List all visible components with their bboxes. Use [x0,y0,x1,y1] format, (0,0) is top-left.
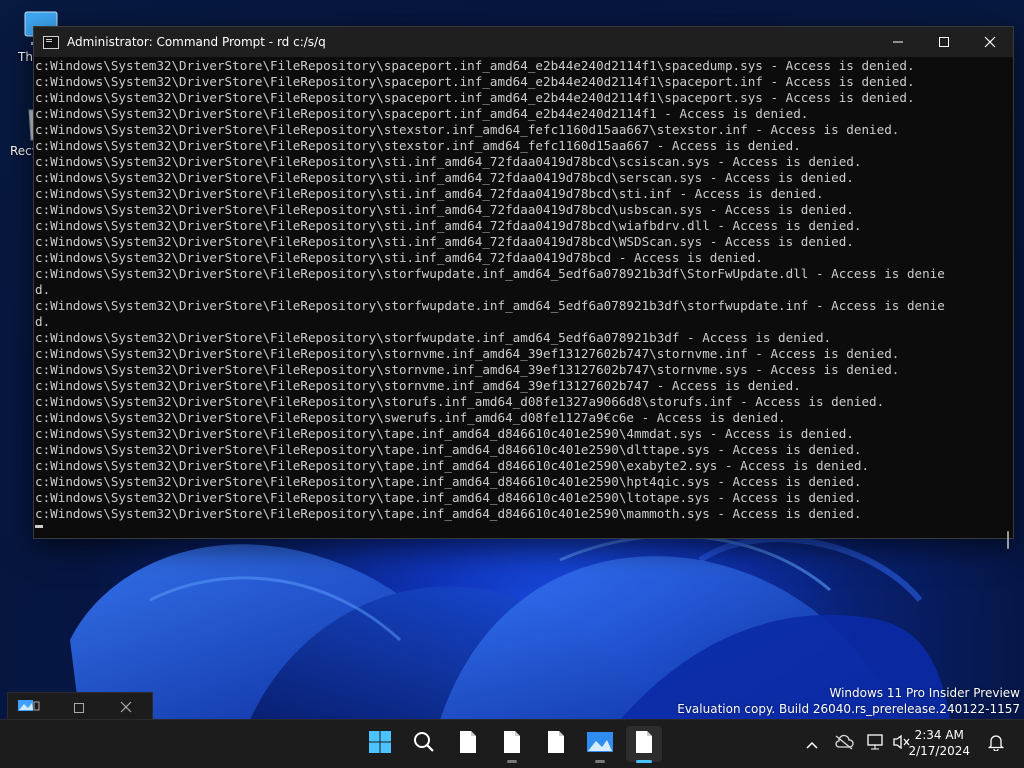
console-line: c:Windows\System32\DriverStore\FileRepos… [35,250,763,265]
document-icon [502,730,522,758]
evaluation-watermark: Windows 11 Pro Insider Preview Evaluatio… [677,685,1020,717]
start-button[interactable] [362,726,398,762]
taskbar-photo[interactable] [582,726,618,763]
console-line: c:Windows\System32\DriverStore\FileRepos… [35,458,870,473]
bell-icon [987,733,1005,755]
console-line: c:Windows\System32\DriverStore\FileRepos… [35,58,915,73]
command-prompt-icon [43,35,59,49]
taskbar-file-2[interactable] [494,726,530,763]
console-line: c:Windows\System32\DriverStore\FileRepos… [35,218,862,233]
windows-logo-icon [368,730,392,758]
search-button[interactable] [406,726,442,762]
watermark-line-2: Evaluation copy. Build 26040.rs_prerelea… [677,702,1020,716]
active-indicator [636,760,652,763]
console-line: c:Windows\System32\DriverStore\FileRepos… [35,506,862,521]
console-line: c:Windows\System32\DriverStore\FileRepos… [35,474,862,489]
console-line: c:Windows\System32\DriverStore\FileRepos… [35,346,900,361]
console-output[interactable]: c:Windows\System32\DriverStore\FileRepos… [34,57,1003,538]
window-titlebar[interactable]: Administrator: Command Prompt - rd c:/s/… [34,27,1013,57]
minimize-button[interactable] [875,27,921,57]
console-line: c:Windows\System32\DriverStore\FileRepos… [35,330,832,345]
console-line: c:Windows\System32\DriverStore\FileRepos… [35,298,945,313]
console-line: d. [35,282,51,297]
image-icon [18,698,40,717]
console-line: c:Windows\System32\DriverStore\FileRepos… [35,378,801,393]
console-line: c:Windows\System32\DriverStore\FileRepos… [35,410,786,425]
window-title: Administrator: Command Prompt - rd c:/s/… [67,35,326,49]
maximize-icon[interactable] [74,698,84,717]
console-line: c:Windows\System32\DriverStore\FileRepos… [35,426,854,441]
close-icon[interactable] [120,698,132,717]
document-icon [458,730,478,758]
console-line: c:Windows\System32\DriverStore\FileRepos… [35,202,854,217]
console-line: c:Windows\System32\DriverStore\FileRepos… [35,138,801,153]
watermark-line-1: Windows 11 Pro Insider Preview [829,686,1020,700]
console-line: c:Windows\System32\DriverStore\FileRepos… [35,394,885,409]
network-button[interactable] [866,734,886,754]
console-line: c:Windows\System32\DriverStore\FileRepos… [35,122,900,137]
console-line: c:Windows\System32\DriverStore\FileRepos… [35,106,809,121]
maximize-button[interactable] [921,27,967,57]
cloud-status-button[interactable] [834,734,854,754]
show-hidden-icons-button[interactable] [802,734,822,754]
console-scrollbar[interactable] [1003,57,1013,549]
cloud-off-icon [834,734,854,754]
command-prompt-window[interactable]: Administrator: Command Prompt - rd c:/s/… [33,26,1014,549]
window-preview-bar[interactable] [7,692,153,722]
console-line: c:Windows\System32\DriverStore\FileRepos… [35,442,862,457]
running-indicator [595,760,605,763]
close-icon [984,36,996,48]
image-icon [587,732,613,756]
clock[interactable]: 2:34 AM 2/17/2024 [908,727,970,759]
console-line: d. [35,314,51,329]
notifications-button[interactable] [986,734,1006,754]
network-icon [866,733,886,755]
taskbar: 2:34 AM 2/17/2024 [0,719,1024,768]
text-cursor [35,525,43,528]
running-indicator [507,760,517,763]
document-icon [546,730,566,758]
console-line: c:Windows\System32\DriverStore\FileRepos… [35,74,915,89]
clock-time: 2:34 AM [914,728,964,742]
scrollbar-thumb[interactable] [1007,531,1009,549]
clock-date: 2/17/2024 [908,744,970,758]
minimize-icon [893,37,903,47]
console-line: c:Windows\System32\DriverStore\FileRepos… [35,266,945,281]
console-line: c:Windows\System32\DriverStore\FileRepos… [35,234,854,249]
console-line: c:Windows\System32\DriverStore\FileRepos… [35,186,824,201]
taskbar-file-4[interactable] [626,726,662,763]
chevron-up-icon [805,735,819,754]
console-line: c:Windows\System32\DriverStore\FileRepos… [35,90,915,105]
close-button[interactable] [967,27,1013,57]
taskbar-file-1[interactable] [450,726,486,762]
taskbar-file-3[interactable] [538,726,574,762]
document-icon [634,730,654,758]
console-line: c:Windows\System32\DriverStore\FileRepos… [35,490,862,505]
console-line: c:Windows\System32\DriverStore\FileRepos… [35,362,900,377]
search-icon [412,730,436,758]
maximize-icon [939,37,949,47]
console-line: c:Windows\System32\DriverStore\FileRepos… [35,170,854,185]
console-line: c:Windows\System32\DriverStore\FileRepos… [35,154,862,169]
